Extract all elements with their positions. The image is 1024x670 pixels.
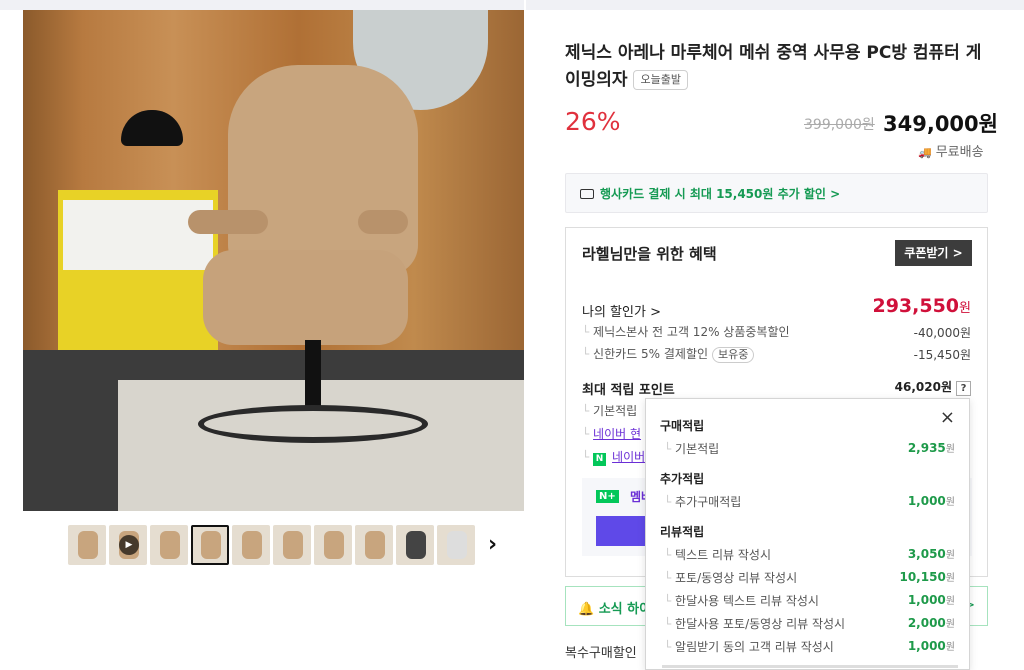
thumbnail[interactable] — [314, 525, 352, 565]
chair-stem-shape — [305, 340, 321, 410]
owned-pill: 보유중 — [712, 347, 755, 363]
discount-item-label: 제닉스본사 전 고객 12% 상품중복할인 — [582, 323, 790, 340]
truck-icon: 🚚 — [918, 146, 932, 159]
popover-item-value: 3,050원 — [907, 547, 955, 561]
max-points-value: 46,020원? — [895, 378, 971, 396]
point-item-label[interactable]: 네이버 현 — [582, 425, 641, 442]
credit-card-icon — [580, 189, 594, 199]
alarm-text: 소식 하이 — [598, 602, 652, 617]
my-discount-price: 293,550원 — [872, 295, 971, 317]
popover-item-label: 텍스트 리뷰 작성시 — [664, 546, 771, 563]
play-icon: ▶ — [119, 535, 139, 555]
thumbnail[interactable] — [437, 525, 475, 565]
popover-item-value: 1,000원 — [907, 593, 955, 607]
top-bar — [0, 0, 1024, 10]
popover-section-title: 구매적립 — [660, 419, 705, 433]
drawers-decor — [63, 200, 213, 270]
product-main-image[interactable] — [23, 10, 524, 511]
bell-icon: 🔔 — [578, 602, 599, 617]
popover-item-label: 포토/동영상 리뷰 작성시 — [664, 569, 797, 586]
thumbnail[interactable] — [355, 525, 393, 565]
original-price: 399,000원 — [804, 117, 875, 133]
popover-item-label: 한달사용 텍스트 리뷰 작성시 — [664, 592, 819, 609]
rug-decor — [118, 380, 524, 511]
popover-item-label: 기본적립 — [664, 440, 719, 457]
popover-scrollbar[interactable] — [662, 665, 958, 668]
popover-item-label: 추가구매적립 — [664, 493, 741, 510]
card-discount-text: 행사카드 결제 시 최대 15,450원 추가 할인 > — [600, 187, 841, 201]
coupon-button[interactable]: 쿠폰받기 > — [895, 240, 972, 266]
multi-purchase-discount: 복수구매할인 — [565, 646, 637, 661]
thumbnail[interactable] — [273, 525, 311, 565]
thumbnail[interactable] — [68, 525, 106, 565]
chair-armrest-shape — [188, 210, 268, 234]
benefit-title: 라헬님만을 위한 혜택 — [582, 245, 717, 263]
discount-item-value: -40,000원 — [913, 326, 971, 340]
thumbnail[interactable] — [150, 525, 188, 565]
help-icon[interactable]: ? — [956, 381, 971, 396]
thumbnail-video[interactable]: ▶ — [109, 525, 147, 565]
naver-icon: N — [593, 453, 607, 466]
product-title-text: 제닉스 아레나 마루체어 메쉬 중역 사무용 PC방 컴퓨터 게이밍의자 — [565, 43, 982, 90]
popover-item-value: 1,000원 — [907, 639, 955, 653]
popover-section-title: 리뷰적립 — [660, 525, 705, 539]
popover-item-value: 1,000원 — [907, 494, 955, 508]
popover-item-value: 10,150원 — [899, 570, 955, 584]
today-shipping-badge: 오늘출발 — [633, 70, 688, 90]
my-discount-link[interactable]: 나의 할인가 > — [582, 301, 661, 320]
chair-armrest-shape — [358, 210, 408, 234]
product-title: 제닉스 아레나 마루체어 메쉬 중역 사무용 PC방 컴퓨터 게이밍의자 오늘출… — [565, 40, 985, 94]
shipping-info: 🚚 무료배송 — [918, 141, 984, 160]
close-icon[interactable]: × — [940, 409, 955, 427]
point-item-label: 기본적립 — [582, 402, 637, 419]
lamp-decor — [121, 110, 183, 146]
chevron-right-icon[interactable]: › — [488, 532, 497, 557]
discount-item-label: 신한카드 5% 결제할인보유중 — [582, 345, 755, 363]
chair-seat-shape — [203, 250, 408, 345]
popover-item-label: 알림받기 동의 고객 리뷰 작성시 — [664, 638, 834, 655]
popover-item-value: 2,935원 — [907, 441, 955, 455]
chair-back-shape — [228, 65, 418, 275]
max-points-label: 최대 적립 포인트 — [582, 383, 675, 398]
discount-rate: 26% — [565, 107, 621, 136]
thumbnail[interactable] — [232, 525, 270, 565]
popover-section-title: 추가적립 — [660, 472, 705, 486]
thumbnail-strip: ▶ — [68, 525, 475, 565]
card-discount-banner[interactable]: 행사카드 결제 시 최대 15,450원 추가 할인 > — [565, 173, 988, 213]
shipping-text: 무료배송 — [935, 145, 984, 160]
thumbnail[interactable] — [396, 525, 434, 565]
sale-price: 349,000원 — [883, 112, 998, 136]
popover-item-value: 2,000원 — [907, 616, 955, 630]
points-popover: × 구매적립 기본적립 2,935원 추가적립 추가구매적립 1,000원 리뷰… — [645, 398, 970, 670]
chair-base-shape — [198, 405, 428, 443]
point-item-label[interactable]: N네이버 — [582, 448, 645, 466]
discount-item-value: -15,450원 — [913, 348, 971, 362]
npay-logo: N+ — [596, 490, 619, 503]
popover-item-label: 한달사용 포토/동영상 리뷰 작성시 — [664, 615, 845, 632]
thumbnail-active[interactable] — [191, 525, 229, 565]
